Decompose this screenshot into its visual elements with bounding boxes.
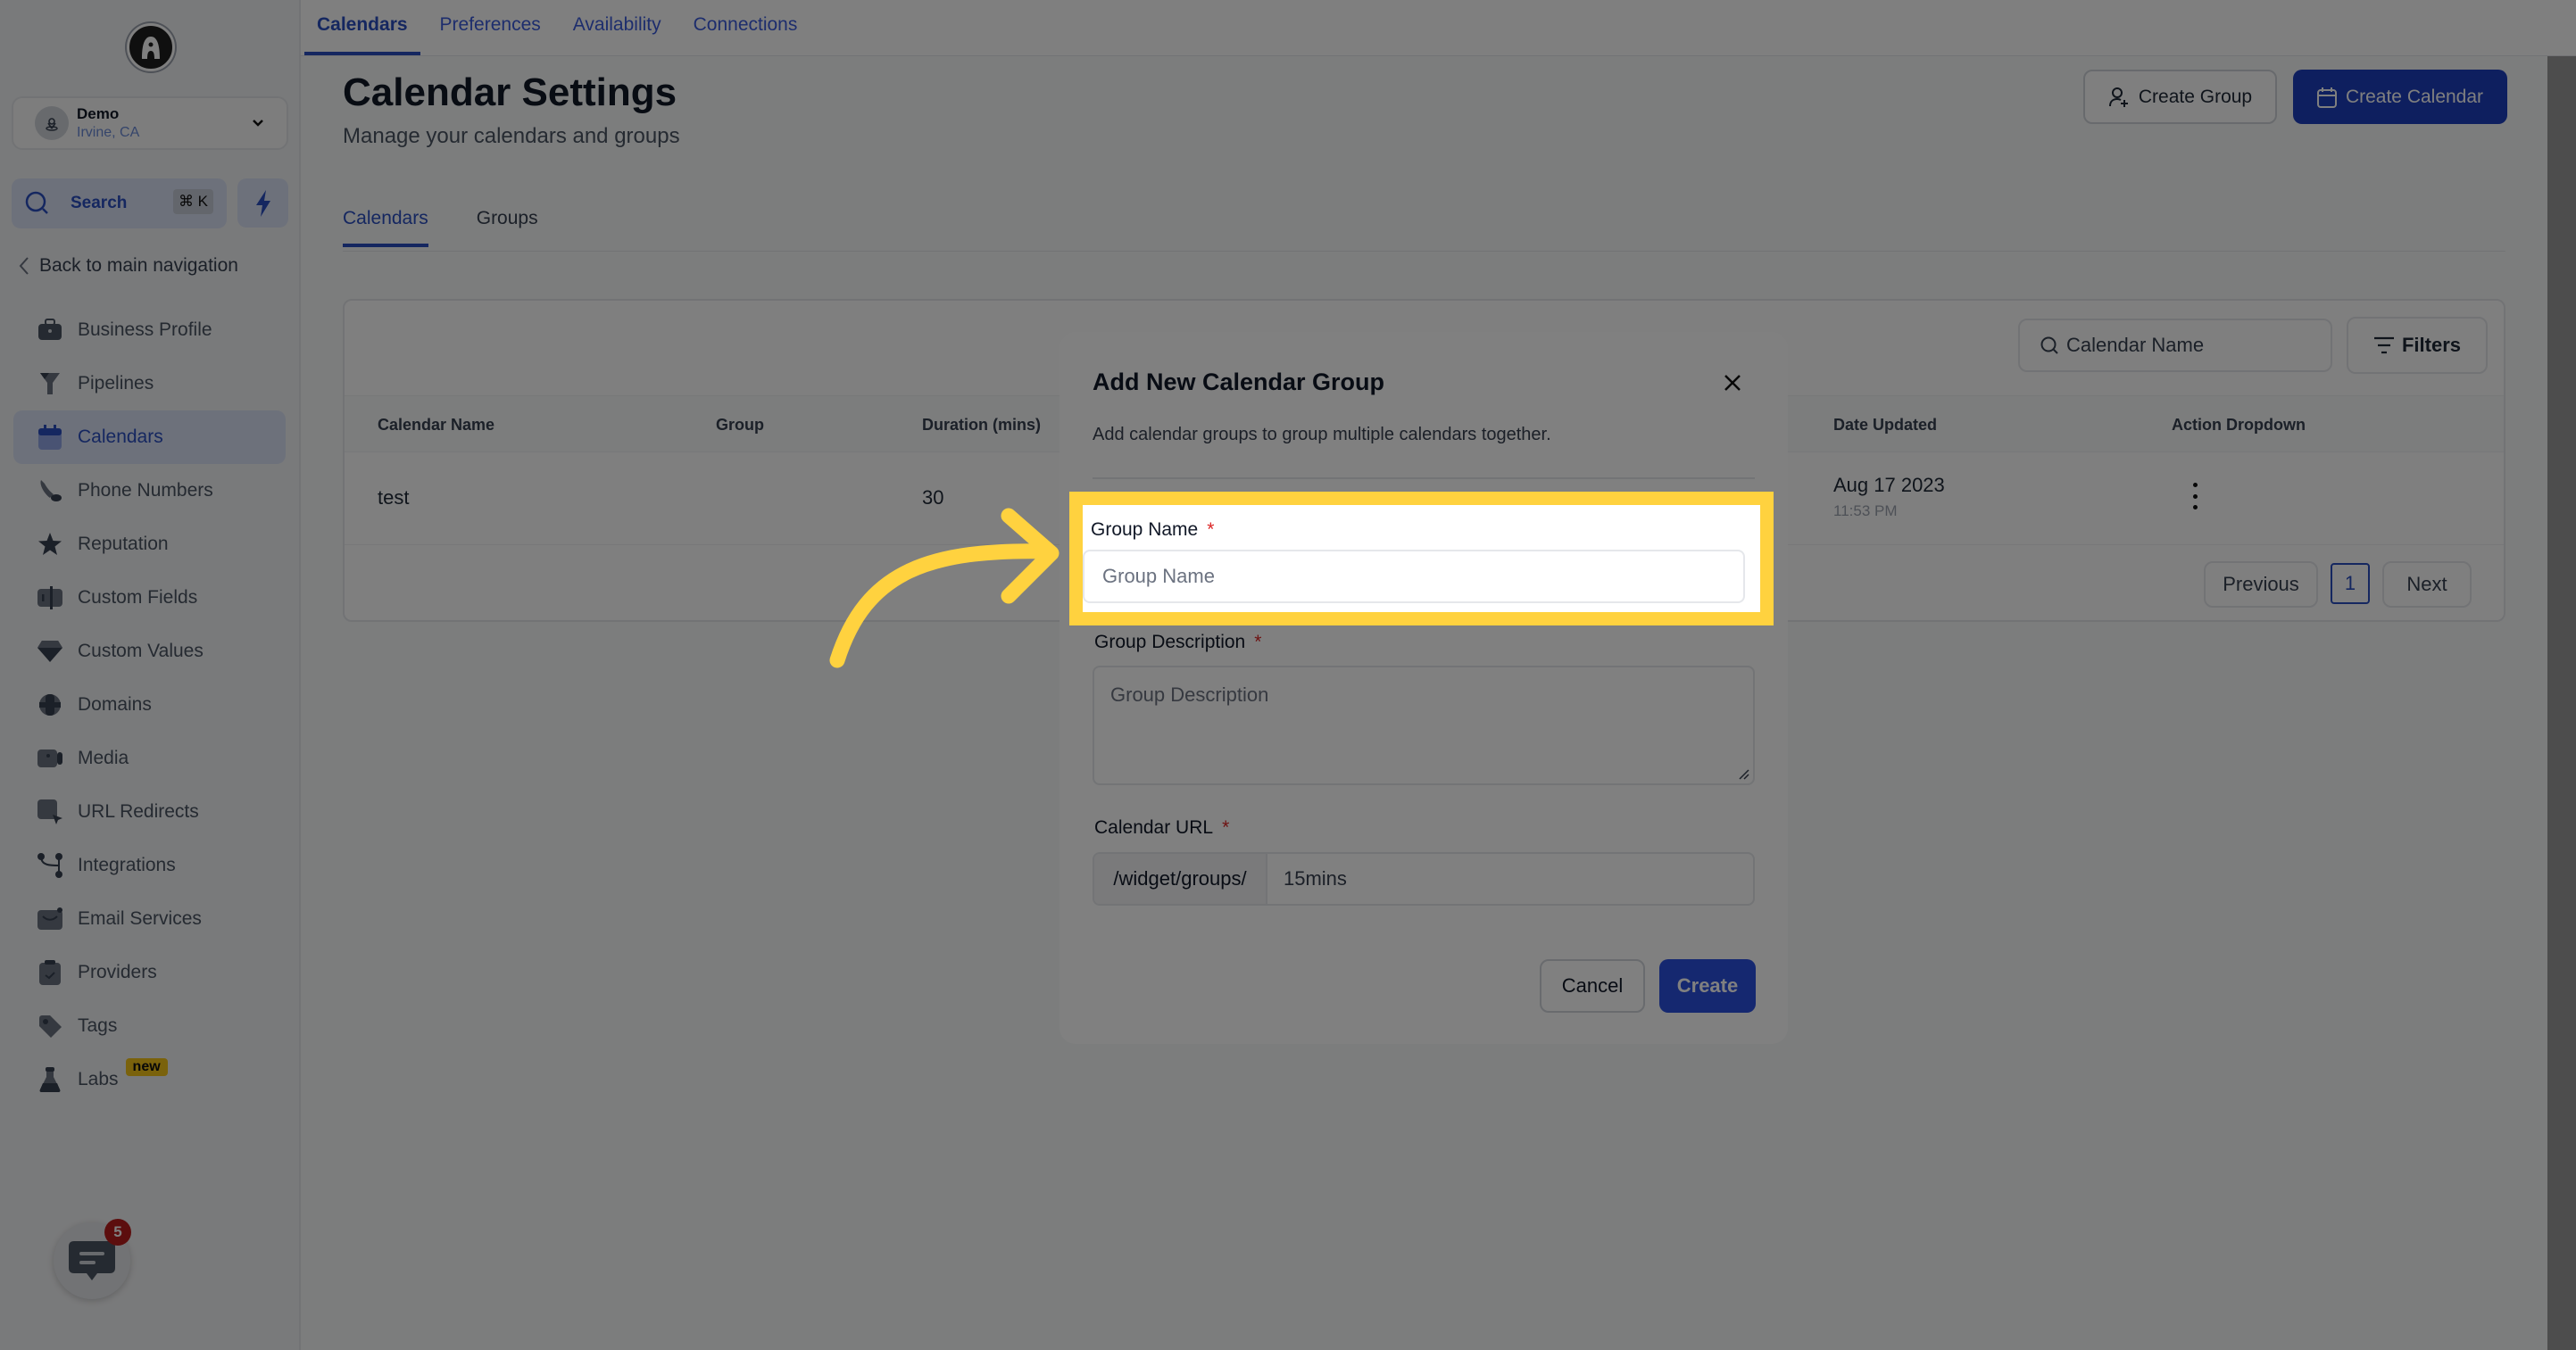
modal-divider bbox=[1093, 477, 1755, 479]
pointer-arrow-icon bbox=[829, 508, 1059, 668]
required-marker: * bbox=[1222, 817, 1230, 838]
group-name-field: Group Name * bbox=[1083, 505, 1760, 612]
required-marker: * bbox=[1207, 519, 1215, 540]
create-button[interactable]: Create bbox=[1659, 959, 1756, 1013]
group-name-label: Group Name * bbox=[1091, 519, 1214, 541]
group-name-highlight: Group Name * bbox=[1069, 492, 1774, 625]
modal-description: Add calendar groups to group multiple ca… bbox=[1093, 425, 1551, 444]
label-text: Group Description bbox=[1094, 632, 1246, 652]
label-text: Calendar URL bbox=[1094, 817, 1214, 838]
add-calendar-group-modal: Add New Calendar Group Add calendar grou… bbox=[1059, 332, 1788, 1044]
group-description-label: Group Description * bbox=[1094, 632, 1261, 653]
group-name-input[interactable] bbox=[1083, 550, 1745, 603]
resize-handle-icon[interactable] bbox=[1737, 767, 1749, 780]
close-icon[interactable] bbox=[1721, 371, 1744, 394]
label-text: Group Name bbox=[1091, 519, 1199, 540]
group-description-textarea[interactable]: Group Description bbox=[1093, 666, 1755, 785]
modal-title: Add New Calendar Group bbox=[1093, 369, 1385, 395]
calendar-url-label: Calendar URL * bbox=[1094, 817, 1229, 839]
calendar-url-input[interactable]: 15mins bbox=[1267, 854, 1753, 904]
cancel-button[interactable]: Cancel bbox=[1540, 959, 1645, 1013]
calendar-url-field: /widget/groups/ 15mins bbox=[1093, 852, 1755, 906]
required-marker: * bbox=[1254, 632, 1262, 652]
textarea-placeholder: Group Description bbox=[1110, 683, 1269, 706]
calendar-url-prefix: /widget/groups/ bbox=[1094, 854, 1267, 904]
